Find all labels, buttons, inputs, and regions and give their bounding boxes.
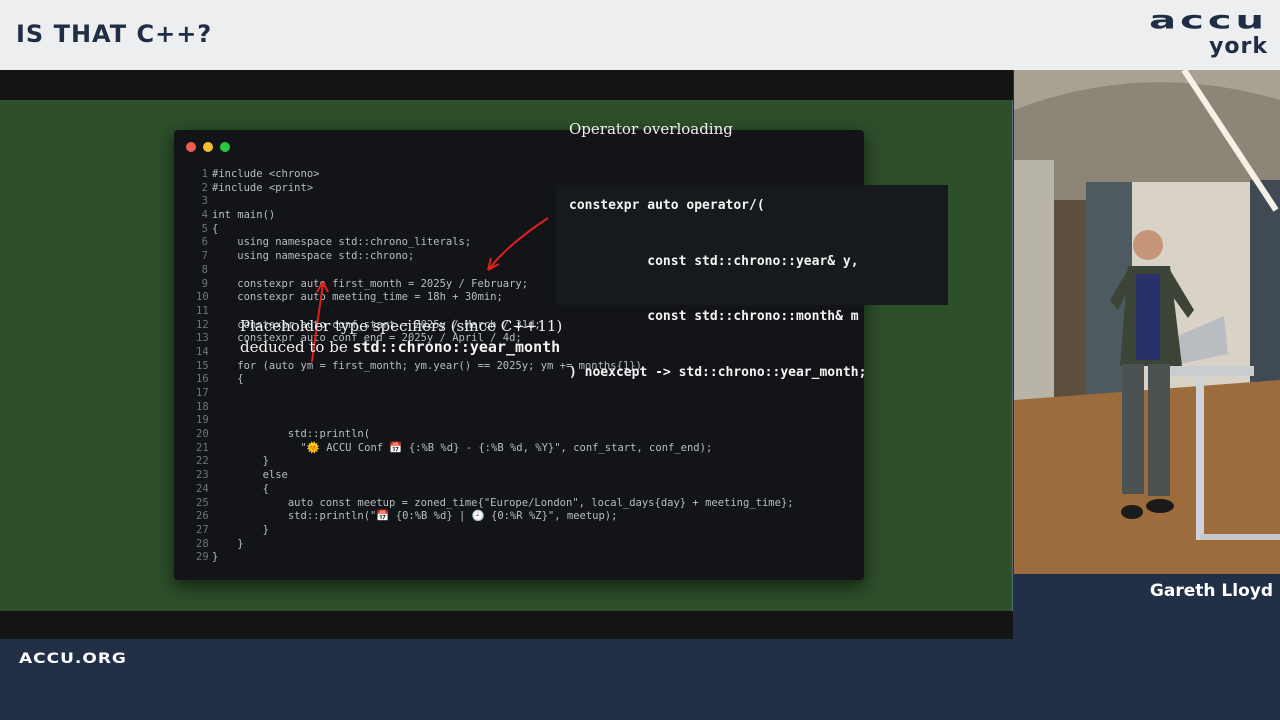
code-line: 22 } xyxy=(196,455,794,469)
line-number: 2 xyxy=(201,181,208,194)
line-text: { xyxy=(212,482,269,495)
code-line: 20 std::println( xyxy=(196,428,794,442)
line-text: #include <chrono> xyxy=(212,168,320,180)
line-number: 16 xyxy=(196,373,209,386)
line-number: 6 xyxy=(201,236,208,249)
line-text: using namespace std::chrono_literals; xyxy=(212,236,472,249)
line-text: #include <print> xyxy=(212,181,314,194)
annotation-type-name: std::chrono::year_month xyxy=(352,338,561,356)
speaker-name: Gareth Lloyd xyxy=(1149,581,1273,601)
code-line: 27 } xyxy=(196,524,794,538)
line-number: 15 xyxy=(196,359,209,372)
line-number: 11 xyxy=(196,304,209,317)
line-number: 29 xyxy=(196,551,209,564)
code-line: 24 { xyxy=(196,483,794,497)
line-number: 27 xyxy=(196,523,209,536)
line-number: 20 xyxy=(196,428,209,441)
line-text: } xyxy=(212,551,219,564)
code-line: 28 } xyxy=(196,538,794,552)
line-number: 25 xyxy=(196,496,209,509)
window-close-dot-icon xyxy=(186,142,196,152)
line-text: using namespace std::chrono; xyxy=(212,250,415,263)
line-text: { xyxy=(212,373,244,386)
line-text: } xyxy=(212,455,269,468)
line-number: 4 xyxy=(201,209,208,222)
line-number: 9 xyxy=(201,277,208,290)
accu-york-logo: accu york xyxy=(1096,8,1268,62)
line-number: 8 xyxy=(201,263,208,276)
line-number: 18 xyxy=(196,400,209,413)
code-line: 18 xyxy=(196,401,794,415)
line-number: 7 xyxy=(201,250,208,263)
line-number: 19 xyxy=(196,414,209,427)
header-bar: IS THAT C++? accu york xyxy=(0,0,1280,70)
line-number: 14 xyxy=(196,345,209,358)
line-number: 1 xyxy=(201,168,208,180)
annotation-prefix: deduced to be xyxy=(240,338,353,356)
line-number: 28 xyxy=(196,537,209,550)
placeholder-annotation: Placeholder type specifiers (since C++11… xyxy=(240,316,562,358)
logo-york-text: york xyxy=(1209,34,1268,59)
speaker-video-feed xyxy=(1014,70,1280,574)
line-number: 10 xyxy=(196,291,209,304)
line-text: std::println("📅 {0:%B %d} | 🕘 {0:%R %Z}"… xyxy=(212,510,618,523)
callout-code-block: constexpr auto operator/( const std::chr… xyxy=(569,160,866,401)
line-text: auto const meetup = zoned_time{"Europe/L… xyxy=(212,496,794,509)
line-text: else xyxy=(212,469,288,482)
slide-letterbox-top xyxy=(0,70,1013,100)
callout-code-line: ) noexcept -> std::chrono::year_month; xyxy=(569,364,867,380)
window-maximize-dot-icon xyxy=(220,142,230,152)
callout-code-line: const std::chrono::year& y, xyxy=(569,253,859,269)
slide-title: IS THAT C++? xyxy=(16,20,213,48)
callout-heading: Operator overloading xyxy=(569,120,733,138)
line-text: } xyxy=(212,537,244,550)
line-number: 3 xyxy=(201,195,208,208)
line-text: int main() xyxy=(212,209,276,222)
line-number: 23 xyxy=(196,469,209,482)
slide-letterbox-bottom xyxy=(0,611,1013,639)
code-line: 23 else xyxy=(196,469,794,483)
footer-site-link[interactable]: ACCU.ORG xyxy=(19,650,127,667)
line-number: 12 xyxy=(196,318,209,331)
line-text: "🌞 ACCU Conf 📅 {:%B %d} - {:%B %d, %Y}",… xyxy=(212,441,713,454)
line-number: 24 xyxy=(196,482,209,495)
callout-code-line: constexpr auto operator/( xyxy=(569,198,765,213)
line-text: std::println( xyxy=(212,428,371,441)
line-number: 26 xyxy=(196,510,209,523)
line-number: 22 xyxy=(196,455,209,468)
annotation-line-1: Placeholder type specifiers (since C++11… xyxy=(240,317,563,335)
line-text: constexpr auto meeting_time = 18h + 30mi… xyxy=(212,291,503,304)
code-line: 21 "🌞 ACCU Conf 📅 {:%B %d} - {:%B %d, %Y… xyxy=(196,442,794,456)
callout-code-line: const std::chrono::month& m xyxy=(569,309,859,324)
code-line: 29} xyxy=(196,551,794,565)
code-line: 19 xyxy=(196,414,794,428)
line-number: 5 xyxy=(201,222,208,235)
logo-accu-text: accu xyxy=(1149,6,1268,35)
code-line: 25 auto const meetup = zoned_time{"Europ… xyxy=(196,497,794,511)
line-number: 13 xyxy=(196,332,209,345)
line-number: 21 xyxy=(196,441,209,454)
speaker-video-image xyxy=(1014,70,1280,574)
line-text: } xyxy=(212,523,269,536)
code-line: 26 std::println("📅 {0:%B %d} | 🕘 {0:%R %… xyxy=(196,510,794,524)
line-text: { xyxy=(212,222,219,235)
line-text: constexpr auto first_month = 2025y / Feb… xyxy=(212,277,529,290)
line-number: 17 xyxy=(196,387,209,399)
window-minimize-dot-icon xyxy=(203,142,213,152)
annotation-line-2: deduced to be std::chrono::year_month xyxy=(240,337,562,358)
